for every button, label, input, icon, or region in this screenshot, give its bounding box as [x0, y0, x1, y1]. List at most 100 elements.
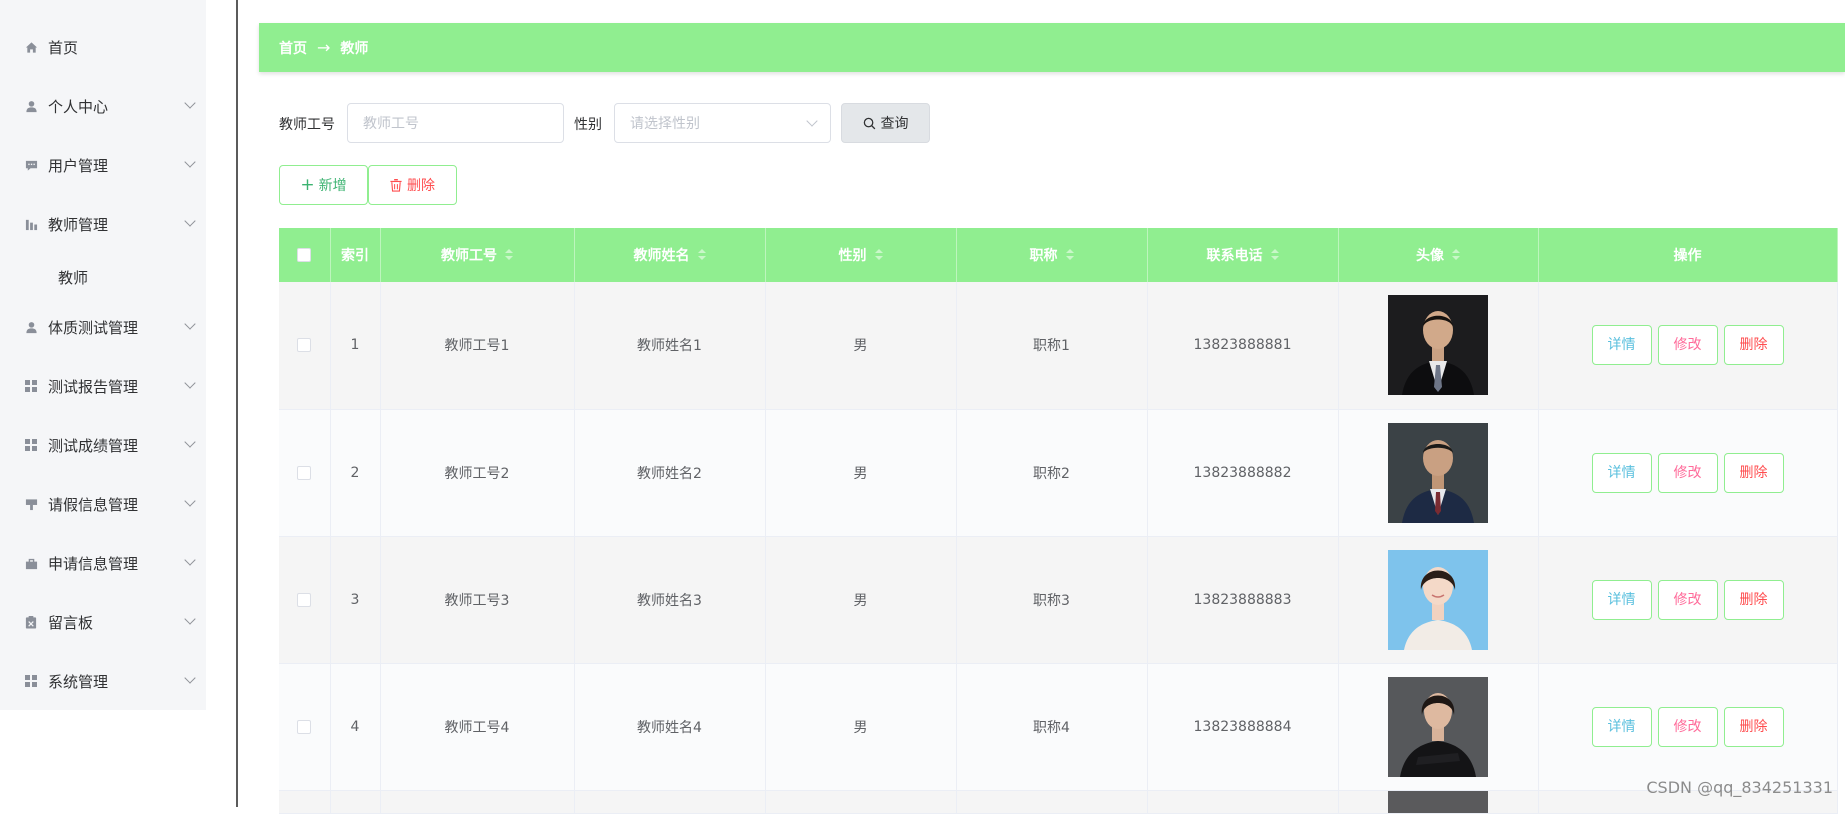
- sidebar-item-label: 体质测试管理: [48, 318, 139, 337]
- avatar: [1388, 790, 1488, 813]
- detail-button[interactable]: 详情: [1591, 325, 1652, 366]
- delete-button[interactable]: 删除: [1723, 325, 1784, 366]
- title-cell: 职称2: [956, 409, 1148, 537]
- row-checkbox[interactable]: [297, 719, 312, 734]
- sidebar-item-test-score-management[interactable]: 测试成绩管理: [0, 425, 206, 465]
- actions-cell: 详情 修改 删除: [1538, 282, 1838, 410]
- sidebar-item-message-board[interactable]: 留言板: [0, 602, 206, 642]
- actions-cell: 详情 修改 删除: [1538, 536, 1838, 664]
- edit-button[interactable]: 修改: [1657, 579, 1718, 620]
- delete-button[interactable]: 删除: [1723, 452, 1784, 493]
- chevron-down-icon: [184, 495, 196, 507]
- row-checkbox[interactable]: [297, 338, 312, 353]
- sidebar-item-label: 申请信息管理: [48, 554, 139, 573]
- avatar: [1388, 676, 1488, 777]
- sort-icon[interactable]: [1452, 249, 1460, 260]
- sidebar-item-teacher-management[interactable]: 教师管理: [0, 204, 206, 244]
- select-all-checkbox[interactable]: [297, 248, 312, 262]
- table-row: 3 教师工号3 教师姓名3 男 职称3 13823888883 详情 修改 删除: [279, 536, 1838, 664]
- column-header: 索引: [330, 228, 381, 282]
- sidebar-item-system-management[interactable]: 系统管理: [0, 661, 206, 701]
- sidebar-subitem-teacher[interactable]: 教师: [0, 258, 206, 294]
- detail-button[interactable]: 详情: [1591, 579, 1652, 620]
- chevron-down-icon: [184, 613, 196, 625]
- add-label: 新增: [318, 178, 347, 194]
- table-row: 4 教师工号4 教师姓名4 男 职称4 13823888884 详情 修改 删除: [279, 663, 1838, 791]
- query-button[interactable]: 查询: [841, 103, 930, 143]
- watermark: CSDN @qq_834251331: [1646, 778, 1833, 797]
- user-icon: [24, 99, 38, 113]
- sidebar-item-application-management[interactable]: 申请信息管理: [0, 543, 206, 583]
- sidebar-item-leave-management[interactable]: 请假信息管理: [0, 484, 206, 524]
- search-icon: [863, 117, 876, 130]
- sort-icon[interactable]: [697, 249, 706, 260]
- query-label: 查询: [880, 116, 909, 132]
- gender-select[interactable]: 请选择性别: [614, 103, 831, 143]
- edit-button[interactable]: 修改: [1657, 325, 1718, 366]
- delete-button[interactable]: 删除: [1723, 706, 1784, 747]
- chevron-down-icon: [184, 672, 196, 684]
- edit-button[interactable]: 修改: [1657, 706, 1718, 747]
- actions-cell: 详情 修改 删除: [1538, 663, 1838, 791]
- index-cell: 1: [330, 282, 381, 410]
- sidebar-item-personal-center[interactable]: 个人中心: [0, 86, 206, 126]
- row-checkbox[interactable]: [297, 465, 312, 480]
- title-cell: 职称4: [956, 663, 1148, 791]
- sort-icon[interactable]: [874, 249, 883, 260]
- gender-cell: 男: [765, 536, 957, 664]
- index-cell: [330, 790, 381, 814]
- detail-button[interactable]: 详情: [1591, 706, 1652, 747]
- gender-cell: 男: [765, 282, 957, 410]
- sidebar-item-label: 请假信息管理: [48, 495, 139, 514]
- sidebar-item-label: 测试成绩管理: [48, 436, 139, 455]
- index-cell: 4: [330, 663, 381, 791]
- add-button[interactable]: + 新增: [279, 165, 368, 205]
- title-cell: 职称3: [956, 536, 1148, 664]
- column-header[interactable]: 职称: [956, 228, 1148, 282]
- sidebar-item-home[interactable]: 首页: [0, 27, 206, 67]
- sidebar-divider: [236, 0, 238, 807]
- title-cell: 职称1: [956, 282, 1148, 410]
- batch-delete-button[interactable]: 删除: [368, 165, 457, 205]
- column-header[interactable]: 联系电话: [1147, 228, 1339, 282]
- title-cell: [956, 790, 1148, 814]
- teacher-table: 索引 教师工号 教师姓名 性别 职称 联系电话 头像 操作 1 教师工号1 教师…: [279, 228, 1838, 814]
- row-select-cell: [279, 536, 331, 664]
- row-select-cell: [279, 409, 331, 537]
- column-header[interactable]: 教师工号: [380, 228, 575, 282]
- row-select-cell: [279, 790, 331, 814]
- chevron-down-icon: [184, 377, 196, 389]
- index-cell: 3: [330, 536, 381, 664]
- gender-cell: 男: [765, 663, 957, 791]
- teacher-id-input[interactable]: 教师工号: [347, 103, 564, 143]
- table-row: 1 教师工号1 教师姓名1 男 职称1 13823888881 详情 修改 删除: [279, 282, 1838, 410]
- breadcrumb-home[interactable]: 首页: [279, 38, 307, 58]
- sort-icon[interactable]: [1065, 249, 1074, 260]
- row-checkbox[interactable]: [297, 592, 312, 607]
- phone-cell: [1147, 790, 1339, 814]
- actions-cell: 详情 修改 删除: [1538, 409, 1838, 537]
- detail-button[interactable]: 详情: [1591, 452, 1652, 493]
- trash-icon: [390, 178, 402, 192]
- chevron-down-icon: [806, 115, 818, 127]
- chat-icon: [24, 158, 38, 172]
- cart-icon: [24, 556, 38, 570]
- sidebar-item-test-report-management[interactable]: 测试报告管理: [0, 366, 206, 406]
- sort-icon[interactable]: [1270, 249, 1279, 260]
- edit-button[interactable]: 修改: [1657, 452, 1718, 493]
- sidebar-item-fitness-test-management[interactable]: 体质测试管理: [0, 307, 206, 347]
- chevron-down-icon: [184, 97, 196, 109]
- delete-button[interactable]: 删除: [1723, 579, 1784, 620]
- select-all-cell: [279, 228, 331, 282]
- avatar: [1388, 295, 1488, 396]
- avatar-cell: [1338, 536, 1539, 664]
- column-header[interactable]: 头像: [1338, 228, 1539, 282]
- sidebar-item-user-management[interactable]: 用户管理: [0, 145, 206, 185]
- grid-icon: [24, 379, 38, 393]
- avatar-cell: [1338, 409, 1539, 537]
- avatar-cell: [1338, 282, 1539, 410]
- sort-icon[interactable]: [505, 249, 513, 260]
- sidebar-item-label: 个人中心: [48, 97, 109, 116]
- column-header[interactable]: 教师姓名: [574, 228, 766, 282]
- column-header[interactable]: 性别: [765, 228, 957, 282]
